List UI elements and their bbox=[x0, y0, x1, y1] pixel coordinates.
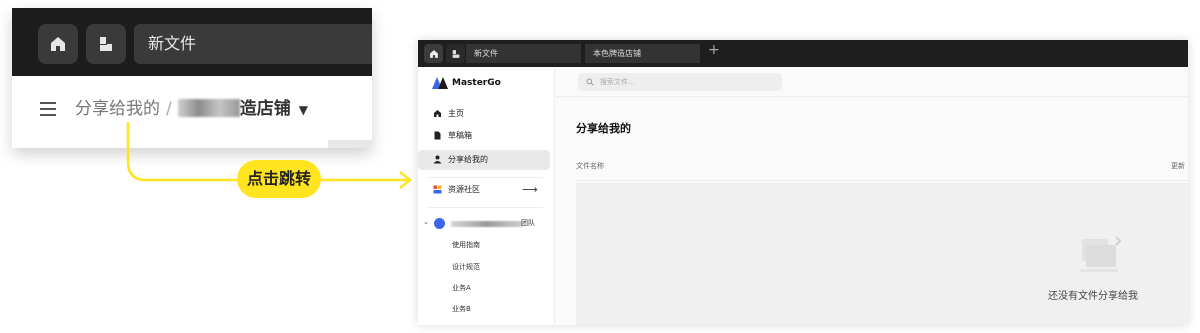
callout-badge: 点击跳转 bbox=[237, 160, 321, 198]
divider bbox=[556, 96, 1188, 97]
divider bbox=[428, 177, 543, 178]
arrow-right-icon[interactable]: ⟶ bbox=[522, 180, 538, 200]
zoomed-header-crop: 新文件 分享给我的 / 造店铺 ▼ bbox=[12, 8, 372, 148]
team-row[interactable]: ⌄ 团队 bbox=[418, 214, 555, 234]
tutorial-figure: 新文件 分享给我的 / 造店铺 ▼ 点击跳转 新文件 本色牌造店铺 + Mast… bbox=[0, 0, 1200, 333]
community-icon bbox=[433, 185, 442, 194]
page-title: 分享给我的 bbox=[576, 122, 631, 135]
draft-file-icon bbox=[452, 49, 459, 58]
sidebar-item-community[interactable]: 资源社区 ⟶ bbox=[418, 180, 550, 200]
tab-file-1[interactable]: 新文件 bbox=[466, 44, 581, 63]
project-item[interactable]: 业务B bbox=[452, 304, 471, 314]
user-icon bbox=[433, 155, 442, 164]
team-name-suffix: 团队 bbox=[521, 219, 535, 227]
sidebar: MasterGo 主页 草稿箱 分享给我的 资源社区 ⟶ ⌄ 团队 使用指南 设… bbox=[418, 67, 555, 325]
home-icon bbox=[429, 49, 438, 58]
divider bbox=[576, 180, 1188, 181]
breadcrumb-separator: / bbox=[166, 99, 172, 119]
team-avatar bbox=[434, 218, 445, 229]
project-item[interactable]: 设计规范 bbox=[452, 262, 480, 272]
search-input[interactable]: 搜索文件... bbox=[578, 73, 782, 91]
empty-folder-icon bbox=[1080, 236, 1122, 272]
sidebar-item-drafts[interactable]: 草稿箱 bbox=[418, 126, 550, 146]
crop-topbar: 新文件 bbox=[12, 8, 372, 76]
empty-state: 还没有文件分享给我 bbox=[576, 183, 1188, 325]
empty-state-text: 还没有文件分享给我 bbox=[1048, 291, 1138, 302]
divider bbox=[428, 207, 543, 208]
new-tab-button[interactable]: + bbox=[708, 42, 720, 58]
breadcrumb-current[interactable]: 造店铺 bbox=[240, 99, 291, 119]
tab-file-2[interactable]: 本色牌造店铺 bbox=[585, 44, 700, 63]
app-screenshot: 新文件 本色牌造店铺 + MasterGo 主页 草稿箱 分享给我的 资源社区 … bbox=[418, 40, 1188, 325]
draft-file-icon bbox=[100, 37, 112, 51]
app-topbar: 新文件 本色牌造店铺 + bbox=[418, 40, 1188, 67]
sidebar-item-label: 主页 bbox=[448, 109, 464, 118]
search-placeholder: 搜索文件... bbox=[600, 78, 635, 86]
breadcrumb: 分享给我的 / 造店铺 ▼ bbox=[75, 94, 308, 119]
main-content: 搜索文件... 分享给我的 文件名称 更新 还没有文件分享给我 bbox=[556, 67, 1188, 325]
sidebar-item-shared[interactable]: 分享给我的 bbox=[418, 150, 550, 170]
crop-breadcrumb-bar: 分享给我的 / 造店铺 ▼ bbox=[12, 76, 372, 148]
chevron-down-icon[interactable]: ▼ bbox=[299, 103, 308, 117]
search-icon bbox=[586, 78, 594, 86]
sidebar-item-label: 资源社区 bbox=[448, 185, 480, 194]
file-tab[interactable]: 新文件 bbox=[134, 24, 372, 64]
divider bbox=[328, 140, 372, 148]
project-item[interactable]: 业务A bbox=[452, 283, 471, 293]
mastergo-logo-icon bbox=[432, 77, 448, 89]
sidebar-item-label: 分享给我的 bbox=[448, 155, 488, 164]
breadcrumb-shared[interactable]: 分享给我的 bbox=[75, 99, 160, 119]
drafts-button[interactable] bbox=[86, 24, 126, 64]
project-item[interactable]: 使用指南 bbox=[452, 240, 480, 250]
column-header-updated[interactable]: 更新 bbox=[1171, 161, 1185, 171]
sidebar-item-home[interactable]: 主页 bbox=[418, 104, 550, 124]
sidebar-item-label: 草稿箱 bbox=[448, 131, 472, 140]
home-button[interactable] bbox=[38, 24, 78, 64]
home-icon bbox=[434, 110, 441, 117]
drafts-button[interactable] bbox=[446, 44, 465, 63]
logo-text: MasterGo bbox=[452, 78, 501, 88]
blurred-team-name bbox=[451, 221, 523, 227]
menu-icon[interactable] bbox=[40, 102, 56, 120]
home-button[interactable] bbox=[424, 44, 443, 63]
column-header-name[interactable]: 文件名称 bbox=[576, 161, 604, 171]
blurred-name bbox=[177, 99, 240, 117]
draft-file-icon bbox=[434, 131, 441, 140]
home-icon bbox=[51, 37, 65, 51]
chevron-down-icon[interactable]: ⌄ bbox=[423, 218, 429, 226]
logo: MasterGo bbox=[432, 77, 501, 89]
